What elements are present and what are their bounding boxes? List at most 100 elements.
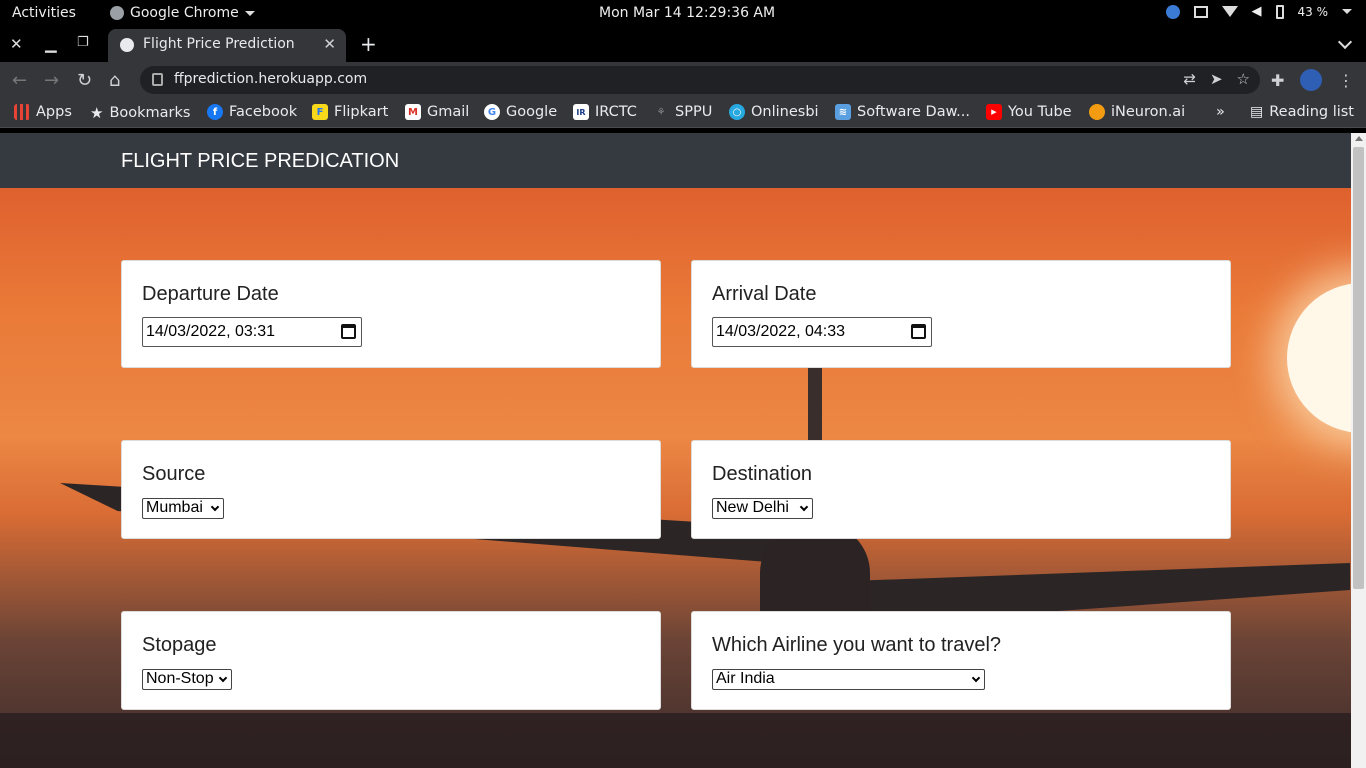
update-icon <box>1165 4 1180 19</box>
arrival-date-input[interactable]: 14/03/2022, 04:33 <box>712 317 932 347</box>
new-tab-icon[interactable]: + <box>360 32 377 56</box>
youtube-icon: ▶ <box>986 104 1002 120</box>
restore-window-icon[interactable]: ❐ <box>77 35 89 50</box>
bookmark-facebook[interactable]: f Facebook <box>207 104 297 120</box>
flipkart-icon: F <box>312 104 328 120</box>
bookmark-sppu[interactable]: ⚘ SPPU <box>653 104 713 120</box>
tab-search-button[interactable] <box>1337 34 1353 50</box>
bookmark-google[interactable]: G Google <box>484 104 557 120</box>
destination-card: Destination New Delhi <box>691 440 1231 539</box>
volume-icon: ◀ <box>1251 4 1262 19</box>
translate-icon[interactable]: ⇄ <box>1183 70 1196 88</box>
home-icon[interactable]: ⌂ <box>109 70 120 91</box>
globe-icon <box>120 38 134 52</box>
stopage-label: Stopage <box>142 634 217 656</box>
forward-icon[interactable]: → <box>44 70 59 91</box>
reload-icon[interactable]: ↻ <box>77 70 92 91</box>
bookmark-onlinesbi[interactable]: ○ Onlinesbi <box>729 104 819 120</box>
back-icon[interactable]: ← <box>12 70 27 91</box>
send-tab-icon[interactable]: ➤ <box>1210 70 1223 88</box>
airline-card: Which Airline you want to travel? Air In… <box>691 611 1231 710</box>
bookmark-label: Apps <box>36 104 72 120</box>
bookmark-gmail[interactable]: M Gmail <box>405 104 469 120</box>
departure-date-input[interactable]: 14/03/2022, 03:31 <box>142 317 362 347</box>
system-top-bar: Activities Google Chrome Mon Mar 14 12:2… <box>0 0 1366 27</box>
source-select[interactable]: Mumbai <box>142 498 224 519</box>
double-chevron-icon: » <box>1216 104 1225 120</box>
system-menu-caret-icon <box>1342 9 1352 14</box>
facebook-icon: f <box>207 104 223 120</box>
bookmark-label: Software Daw... <box>857 104 970 120</box>
calendar-icon[interactable] <box>911 324 926 339</box>
arrival-label: Arrival Date <box>712 283 817 305</box>
bookmark-label: Onlinesbi <box>751 104 819 120</box>
star-icon: ★ <box>90 104 104 122</box>
lock-icon[interactable] <box>152 73 163 86</box>
screen-icon <box>1193 5 1208 18</box>
calendar-icon[interactable] <box>341 324 356 339</box>
departure-date-value: 14/03/2022, 03:31 <box>146 323 276 340</box>
stopage-card: Stopage Non-Stop <box>121 611 661 710</box>
destination-label: Destination <box>712 463 813 485</box>
apps-grid-icon <box>14 104 30 120</box>
profile-avatar[interactable] <box>1300 69 1322 91</box>
scrollbar-thumb[interactable] <box>1353 147 1364 589</box>
app-menu[interactable]: Google Chrome <box>110 5 255 21</box>
tab-flight-price-prediction[interactable]: Flight Price Prediction ✕ <box>108 29 346 62</box>
site-navbar: FLIGHT PRICE PREDICATION <box>0 133 1351 188</box>
battery-level: 43 % <box>1297 4 1329 19</box>
close-tab-icon[interactable]: ✕ <box>323 35 336 53</box>
gmail-icon: M <box>405 104 421 120</box>
bookmark-flipkart[interactable]: F Flipkart <box>312 104 388 120</box>
close-window-icon[interactable]: ✕ <box>10 35 23 53</box>
url-text[interactable]: ffprediction.herokuapp.com <box>174 71 367 87</box>
ineuron-icon <box>1089 104 1105 120</box>
source-card: Source Mumbai <box>121 440 661 539</box>
sun-image <box>1287 283 1351 433</box>
bookmark-ineuron[interactable]: iNeuron.ai <box>1089 104 1185 120</box>
bookmark-label: Flipkart <box>334 104 389 120</box>
bookmark-label: Facebook <box>229 104 298 120</box>
more-bookmarks-button[interactable]: » <box>1216 104 1225 120</box>
reading-list-button[interactable]: ▤ Reading list <box>1250 104 1354 120</box>
stopage-select[interactable]: Non-Stop <box>142 669 232 690</box>
clock[interactable]: Mon Mar 14 12:29:36 AM <box>599 5 775 21</box>
browser-toolbar: ← → ↻ ⌂ ffprediction.herokuapp.com ⇄ ➤ ☆… <box>0 62 1366 98</box>
airline-select[interactable]: Air India <box>712 669 985 690</box>
reading-list-icon: ▤ <box>1250 104 1264 120</box>
kebab-menu-icon[interactable]: ⋮ <box>1338 71 1354 90</box>
minimize-window-icon[interactable]: ▁ <box>45 35 57 53</box>
bookmark-label: iNeuron.ai <box>1111 104 1186 120</box>
departure-label: Departure Date <box>142 283 279 305</box>
activities-button[interactable]: Activities <box>12 5 76 21</box>
scroll-up-icon[interactable] <box>1355 136 1363 141</box>
bookmark-irctc[interactable]: IR IRCTC <box>573 104 637 120</box>
destination-value: New Delhi <box>716 499 789 516</box>
bookmark-label: SPPU <box>675 104 713 120</box>
extensions-icon[interactable]: ✚ <box>1271 71 1284 90</box>
address-bar[interactable]: ffprediction.herokuapp.com ⇄ ➤ ☆ <box>140 66 1260 94</box>
bookmark-label: You Tube <box>1008 104 1072 120</box>
destination-select[interactable]: New Delhi <box>712 498 813 519</box>
chrome-icon <box>110 6 124 20</box>
tab-strip: ✕ ▁ ❐ Flight Price Prediction ✕ + <box>0 27 1366 62</box>
bookmark-apps[interactable]: Apps <box>14 104 72 120</box>
bookmarks-bar: Apps ★ Bookmarks f Facebook F Flipkart M… <box>0 98 1366 128</box>
bookmark-star-icon[interactable]: ☆ <box>1237 70 1250 88</box>
bookmark-youtube[interactable]: ▶ You Tube <box>986 104 1072 120</box>
bookmark-label: IRCTC <box>595 104 637 120</box>
page-scrollbar[interactable] <box>1351 133 1366 768</box>
arrival-card: Arrival Date 14/03/2022, 04:33 <box>691 260 1231 368</box>
bookmark-bookmarks[interactable]: ★ Bookmarks <box>90 104 190 122</box>
system-tray[interactable]: ◀ 43 % <box>1165 4 1352 19</box>
chevron-down-icon <box>1337 34 1353 50</box>
google-icon: G <box>484 104 500 120</box>
bookmark-label: Google <box>506 104 558 120</box>
chevron-down-icon <box>218 673 228 683</box>
sppu-icon: ⚘ <box>656 106 666 118</box>
bookmark-software[interactable]: ≋ Software Daw... <box>835 104 970 120</box>
departure-card: Departure Date 14/03/2022, 03:31 <box>121 260 661 368</box>
irctc-icon: IR <box>573 104 589 120</box>
ground-image <box>0 713 1351 768</box>
site-brand[interactable]: FLIGHT PRICE PREDICATION <box>121 150 399 173</box>
